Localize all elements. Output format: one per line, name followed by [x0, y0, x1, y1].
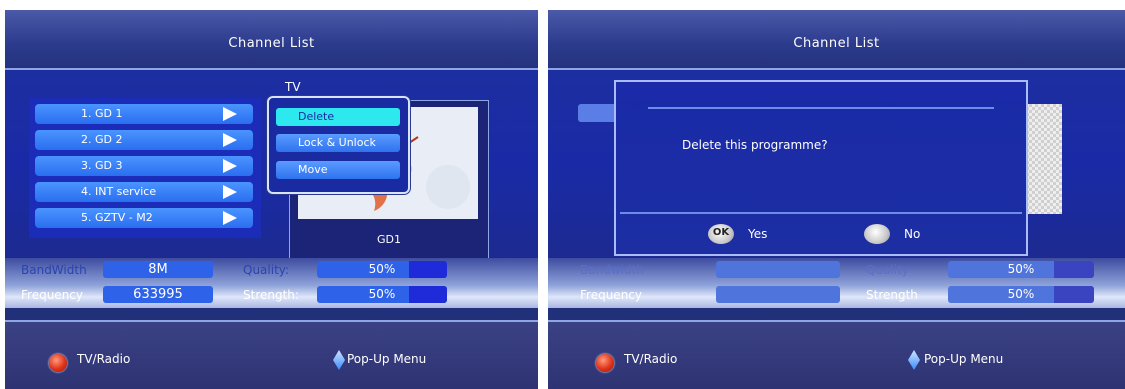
channel-label: 5. GZTV - M2 — [81, 211, 153, 224]
page-title: Channel List — [228, 36, 315, 51]
bandwidth-value: 8M — [148, 262, 168, 277]
arrow-right-icon — [223, 107, 237, 121]
channel-list: 1. GD 1 2. GD 2 3. GD 3 4. INT service 5… — [29, 98, 261, 238]
ok-button-icon: OK — [708, 224, 734, 244]
channel-item[interactable]: 1. GD 1 — [35, 104, 253, 124]
frequency-value: 633995 — [133, 287, 183, 302]
popup-menu-label[interactable]: Pop-Up Menu — [347, 352, 426, 366]
bandwidth-value-field: 8M — [103, 261, 213, 278]
strength-value: 50% — [368, 287, 396, 301]
channel-label: 4. INT service — [81, 185, 157, 198]
page-title: Channel List — [793, 36, 880, 51]
channel-label: 2. GD 2 — [81, 133, 123, 146]
no-button[interactable]: No — [864, 224, 964, 244]
hidden-channel-item — [578, 104, 618, 122]
popup-menu-label[interactable]: Pop-Up Menu — [924, 352, 1003, 366]
preview-image — [1026, 104, 1062, 214]
title-bar: Channel List — [548, 10, 1125, 70]
quality-label: Quality — [866, 263, 909, 277]
tv-radio-label[interactable]: TV/Radio — [624, 352, 677, 366]
channel-list-screen-right: Channel List Bandwidth Frequency Quality… — [548, 10, 1125, 389]
channel-label: 1. GD 1 — [81, 107, 123, 120]
bandwidth-label: Bandwidth — [580, 263, 644, 277]
frequency-label: Frequency — [21, 288, 83, 302]
dialog-divider — [648, 107, 994, 109]
red-button-icon[interactable] — [596, 354, 614, 372]
strength-label: Strength — [866, 288, 918, 302]
yes-label: Yes — [748, 227, 768, 241]
preview-channel-name: GD1 — [377, 233, 401, 246]
arrow-right-icon — [223, 211, 237, 225]
bandwidth-value-field — [716, 261, 840, 278]
channel-list-screen-left: Channel List TV 1. GD 1 2. GD 2 3. GD 3 … — [5, 10, 538, 389]
frequency-value-field: 633995 — [103, 286, 213, 303]
no-label: No — [904, 227, 921, 241]
title-bar: Channel List — [5, 10, 538, 70]
arrow-right-icon — [223, 159, 237, 173]
dialog-divider — [620, 212, 1022, 214]
channel-item[interactable]: 5. GZTV - M2 — [35, 208, 253, 228]
quality-gauge: 50% — [317, 261, 447, 278]
no-button-icon — [864, 224, 890, 244]
option-label: Delete — [298, 110, 335, 123]
strength-label: Strength: — [243, 288, 299, 302]
quality-value: 50% — [368, 262, 396, 276]
option-label: Move — [298, 163, 328, 176]
quality-label: Quality: — [243, 263, 290, 277]
channel-item[interactable]: 4. INT service — [35, 182, 253, 202]
popup-move-option[interactable]: Move — [276, 161, 400, 179]
popup-delete-option[interactable]: Delete — [276, 108, 400, 126]
dialog-message: Delete this programme? — [682, 138, 828, 152]
channel-item[interactable]: 2. GD 2 — [35, 130, 253, 150]
channel-label: 3. GD 3 — [81, 159, 123, 172]
frequency-label: Frequency — [580, 288, 642, 302]
strength-gauge: 50% — [317, 286, 447, 303]
confirm-dialog: Delete this programme? OK Yes No — [614, 80, 1028, 256]
strength-gauge: 50% — [948, 286, 1094, 303]
frequency-value-field — [716, 286, 840, 303]
red-button-icon[interactable] — [49, 354, 67, 372]
yes-button[interactable]: OK Yes — [708, 224, 808, 244]
option-label: Lock & Unlock — [298, 136, 376, 149]
popup-lock-unlock-option[interactable]: Lock & Unlock — [276, 134, 400, 152]
strength-value: 50% — [1007, 287, 1035, 301]
ok-label: OK — [712, 227, 730, 238]
popup-menu: Delete Lock & Unlock Move — [267, 96, 410, 194]
arrow-right-icon — [223, 133, 237, 147]
arrow-right-icon — [223, 185, 237, 199]
bandwidth-label: BandWidth — [21, 263, 87, 277]
channel-item[interactable]: 3. GD 3 — [35, 156, 253, 176]
quality-gauge: 50% — [948, 261, 1094, 278]
tv-label: TV — [285, 80, 301, 94]
tv-radio-label[interactable]: TV/Radio — [77, 352, 130, 366]
quality-value: 50% — [1007, 262, 1035, 276]
